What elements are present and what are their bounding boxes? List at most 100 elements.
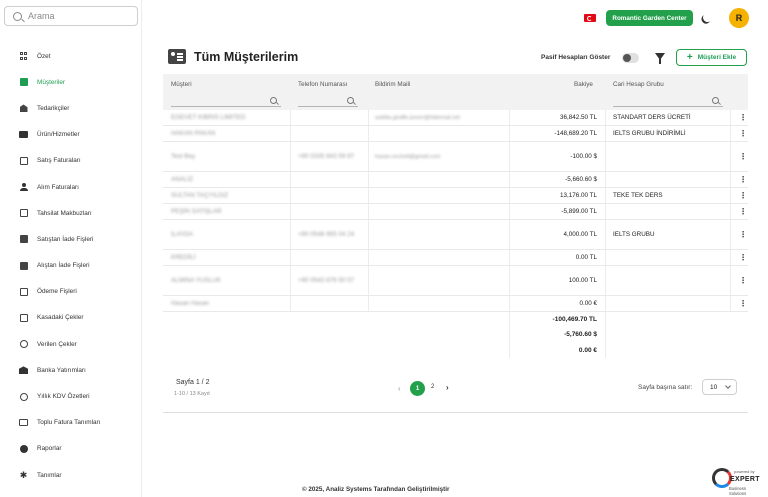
chevron-right-icon[interactable]: › xyxy=(446,383,449,392)
sidebar-item-15[interactable]: Raporlar xyxy=(0,436,142,462)
invoice-icon xyxy=(19,156,28,165)
rows-per-page-select[interactable]: 10 xyxy=(702,379,737,395)
column-divider xyxy=(730,220,731,249)
email-cell xyxy=(375,220,505,249)
avatar[interactable]: R xyxy=(729,8,749,28)
sidebar-item-12[interactable]: Banka Yatırımları xyxy=(0,357,142,383)
balance-cell: 100.00 TL xyxy=(568,277,597,284)
sidebar-item-3[interactable]: Ürün/Hizmetler xyxy=(0,122,142,148)
grid-icon xyxy=(19,52,28,61)
search-input[interactable] xyxy=(28,11,128,21)
more-options-icon[interactable]: ⋮ xyxy=(739,188,747,203)
group-cell: STANDART DERS ÜCRETİ xyxy=(613,114,691,121)
table-row[interactable]: EGEVET KIBRIS LIMITED sublita.giraffe.jon… xyxy=(163,110,748,126)
table-row[interactable]: SULTAN TAÇYILDIZ 13,176.00 TL TEKE TEK DER… xyxy=(163,188,748,204)
table-row[interactable]: ILAYDA +90 0548 955 04 24 4,000.00 TL IELTS… xyxy=(163,220,748,250)
passive-accounts-toggle[interactable] xyxy=(622,53,639,63)
customer-name-cell: EGEVET KIBRIS LIMITED xyxy=(171,114,246,121)
column-divider xyxy=(730,172,731,187)
more-options-icon[interactable]: ⋮ xyxy=(739,126,747,141)
more-options-icon[interactable]: ⋮ xyxy=(739,296,747,311)
sidebar-item-9[interactable]: Ödeme Fişleri xyxy=(0,279,142,305)
column-header-balance[interactable]: Bakiye xyxy=(574,81,593,88)
more-options-icon[interactable]: ⋮ xyxy=(739,142,747,171)
sidebar-item-2[interactable]: Tedarikçiler xyxy=(0,95,142,121)
rows-per-page-label: Sayfa başına satır: xyxy=(638,384,693,391)
customer-name-cell: Hasan Hasan xyxy=(171,300,210,307)
sidebar-item-label: Banka Yatırımları xyxy=(37,366,86,374)
add-customer-button[interactable]: + Müşteri Ekle xyxy=(676,49,747,66)
page-button-1[interactable]: 1 xyxy=(410,381,425,396)
sidebar-item-label: Ürün/Hizmetler xyxy=(37,131,80,139)
brand-powered: powered by xyxy=(734,469,755,474)
filter-icon[interactable] xyxy=(655,53,665,64)
more-options-icon[interactable]: ⋮ xyxy=(739,220,747,249)
email-cell xyxy=(375,204,505,219)
more-options-icon[interactable]: ⋮ xyxy=(739,110,747,125)
customer-name-cell: ILAYDA xyxy=(171,231,193,238)
column-header-phone[interactable]: Telefon Numarası xyxy=(298,81,347,88)
table-row[interactable]: KREDİLİ 0.00 TL ⋮ xyxy=(163,250,748,266)
sidebar-item-14[interactable]: Toplu Fatura Tanımları xyxy=(0,410,142,436)
sidebar-item-0[interactable]: Özet xyxy=(0,43,142,69)
customer-name-cell: Test Bey xyxy=(171,153,196,160)
sidebar-item-label: Tanımlar xyxy=(37,471,62,479)
sidebar-item-label: Tahsilat Makbuzları xyxy=(37,209,92,217)
group-filter-input[interactable] xyxy=(613,97,723,107)
sidebar-item-7[interactable]: Satıştan İade Fişleri xyxy=(0,226,142,252)
total-balance: -5,760.60 $ xyxy=(564,331,597,339)
column-divider xyxy=(605,296,606,311)
brand-sub: Business Solutions xyxy=(729,486,747,496)
column-header-customer[interactable]: Müşteri xyxy=(171,81,192,88)
column-divider xyxy=(605,126,606,141)
turkey-flag-icon[interactable] xyxy=(584,14,596,22)
company-button[interactable]: Romantic Garden Center xyxy=(606,10,693,26)
moon-icon[interactable] xyxy=(702,12,714,24)
bank-icon xyxy=(19,366,28,375)
column-divider xyxy=(368,172,369,187)
sidebar-item-8[interactable]: Alıştan İade Fişleri xyxy=(0,253,142,279)
table-row[interactable]: Test Bey +90 0335 843 59 87 hasan.ozcheli@… xyxy=(163,142,748,172)
sidebar-item-label: Ödeme Fişleri xyxy=(37,288,77,296)
rows-per-page-value: 10 xyxy=(710,383,718,391)
phone-filter-input[interactable] xyxy=(298,97,358,107)
sidebar-item-13[interactable]: Yıllık KDV Özetleri xyxy=(0,383,142,409)
sidebar-item-4[interactable]: Satış Faturaları xyxy=(0,148,142,174)
column-header-email[interactable]: Bildirim Maili xyxy=(375,81,410,88)
email-cell xyxy=(375,296,505,311)
phone-cell: +90 0543 876 50 57 xyxy=(298,276,355,284)
customer-name-cell: SULTAN TAÇYILDIZ xyxy=(171,192,229,199)
table-row[interactable]: ALMINA YUSLUK +90 0543 876 50 57 100.00 TL… xyxy=(163,266,748,296)
sidebar-item-6[interactable]: Tahsilat Makbuzları xyxy=(0,200,142,226)
sidebar-item-label: Toplu Fatura Tanımları xyxy=(37,419,101,427)
page-button-2[interactable]: 2 xyxy=(431,384,434,390)
email-cell xyxy=(375,250,505,265)
column-header-group[interactable]: Cari Hesap Grubu xyxy=(613,81,664,88)
customers-icon xyxy=(168,49,186,64)
group-cell xyxy=(613,204,728,219)
table-row[interactable]: PEŞİN SATIŞLAR -5,899.00 TL ⋮ xyxy=(163,204,748,220)
table-row[interactable]: Hasan Hasan 0.00 € ⋮ xyxy=(163,296,748,312)
more-options-icon[interactable]: ⋮ xyxy=(739,204,747,219)
more-options-icon[interactable]: ⋮ xyxy=(739,172,747,187)
brand-logo: powered by EXPERT Business Solutions xyxy=(712,467,764,496)
more-options-icon[interactable]: ⋮ xyxy=(739,266,747,295)
table-row[interactable]: HAKAN PAKAN -148,689.20 TL IELTS GRUBU İND… xyxy=(163,126,748,142)
column-divider xyxy=(290,110,291,125)
chevron-down-icon xyxy=(725,383,731,389)
sidebar-item-label: Tedarikçiler xyxy=(37,104,70,112)
sidebar-item-1[interactable]: Müşteriler xyxy=(0,69,142,95)
search-box[interactable] xyxy=(4,6,138,26)
footer-text: © 2025, Analiz Systems Tarafından Gelişt… xyxy=(302,486,450,493)
sidebar-item-5[interactable]: Alım Faturaları xyxy=(0,174,142,200)
chevron-left-icon[interactable]: ‹ xyxy=(398,384,401,393)
sidebar-item-label: Müşteriler xyxy=(37,78,66,86)
sidebar-item-11[interactable]: Verilen Çekler xyxy=(0,331,142,357)
sidebar-item-10[interactable]: Kasadaki Çekler xyxy=(0,305,142,331)
sidebar-item-label: Alım Faturaları xyxy=(37,183,79,191)
sidebar-item-16[interactable]: ✱ Tanımlar xyxy=(0,462,142,488)
table-row[interactable]: ANALİZ -5,660.60 $ ⋮ xyxy=(163,172,748,188)
more-options-icon[interactable]: ⋮ xyxy=(739,250,747,265)
customer-filter-input[interactable] xyxy=(171,97,281,107)
email-cell xyxy=(375,266,505,295)
